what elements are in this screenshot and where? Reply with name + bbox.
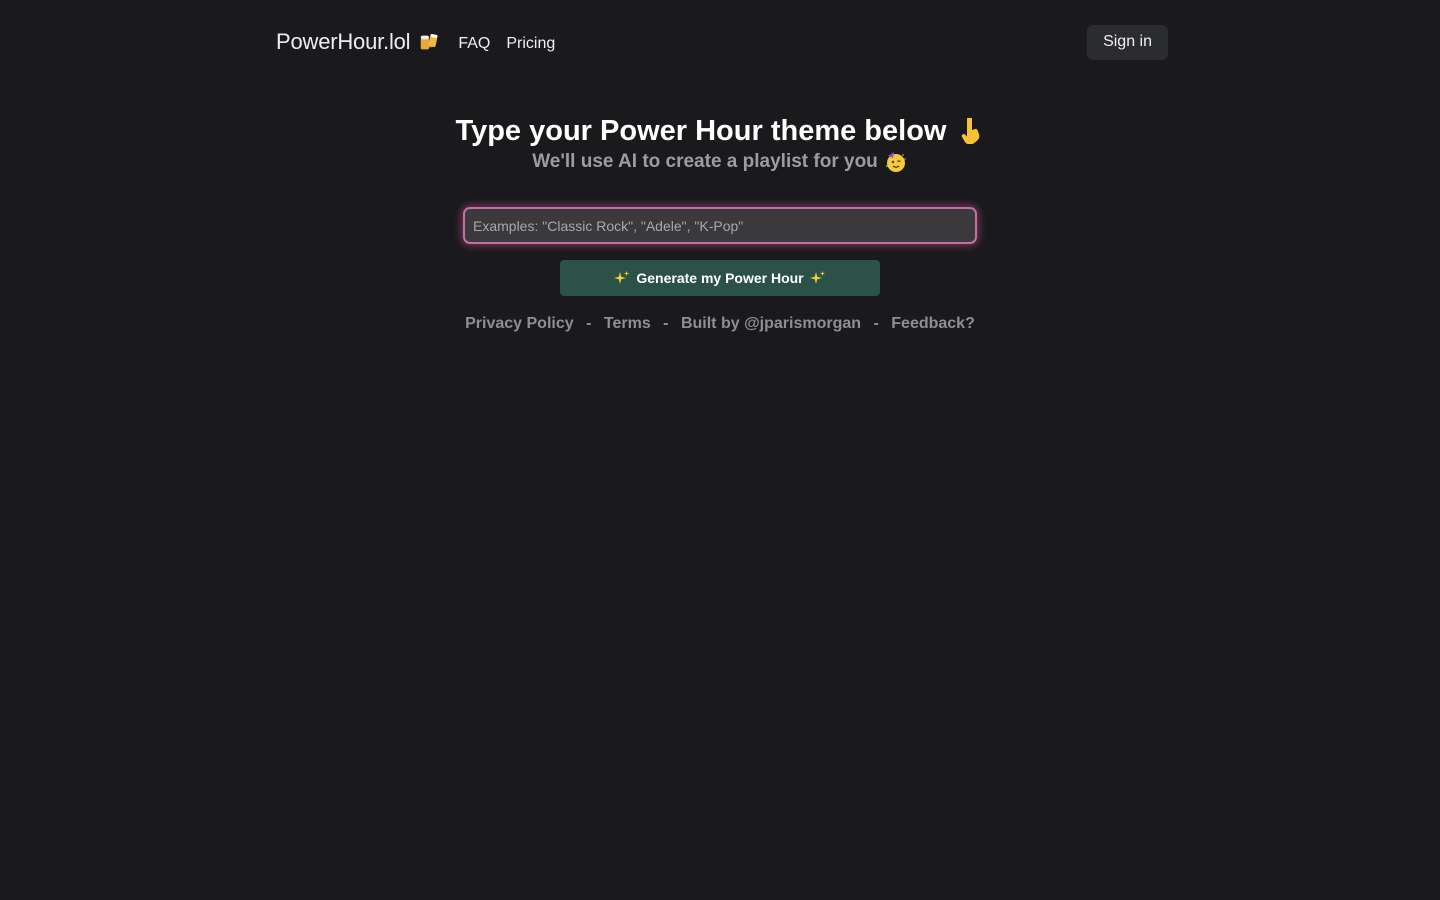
generate-button-label: Generate my Power Hour [636,270,804,286]
partying-face-icon [885,152,906,172]
hero-subtitle: We'll use AI to create a playlist for yo… [532,150,908,174]
terms-link[interactable]: Terms [604,315,651,332]
hero-subtitle-text: We'll use AI to create a playlist for yo… [532,151,878,172]
theme-input-wrapper [463,207,977,244]
brand-name: PowerHour.lol [276,29,411,54]
feedback-link[interactable]: Feedback? [891,315,975,332]
generate-button[interactable]: Generate my Power Hour [560,260,880,296]
footer-separator: - [663,315,669,332]
nav-faq-link[interactable]: FAQ [458,35,490,53]
footer-links: Privacy Policy - Terms - Built by @jpari… [0,313,1440,335]
privacy-policy-link[interactable]: Privacy Policy [465,315,574,332]
pointing-down-hand-icon [962,118,980,145]
hero-title-text: Type your Power Hour theme below [455,115,947,147]
footer-separator: - [873,315,879,332]
sign-in-button[interactable]: Sign in [1087,24,1168,60]
beer-mugs-icon [421,33,438,50]
hero-title: Type your Power Hour theme below [456,112,985,150]
hero: Type your Power Hour theme below We'll u… [0,112,1440,174]
nav-pricing-link[interactable]: Pricing [506,35,555,53]
page: PowerHour.lol FAQ Pricing Sign in Type y… [0,0,1440,900]
sparkles-icon [614,271,630,284]
footer-separator: - [586,315,592,332]
sparkles-icon [809,271,825,284]
header-left: PowerHour.lol FAQ Pricing [276,29,555,55]
brand-link[interactable]: PowerHour.lol [276,29,440,55]
built-by-link[interactable]: Built by @jparismorgan [681,315,861,332]
top-nav: PowerHour.lol FAQ Pricing Sign in [276,24,1168,60]
theme-input[interactable] [463,207,977,244]
